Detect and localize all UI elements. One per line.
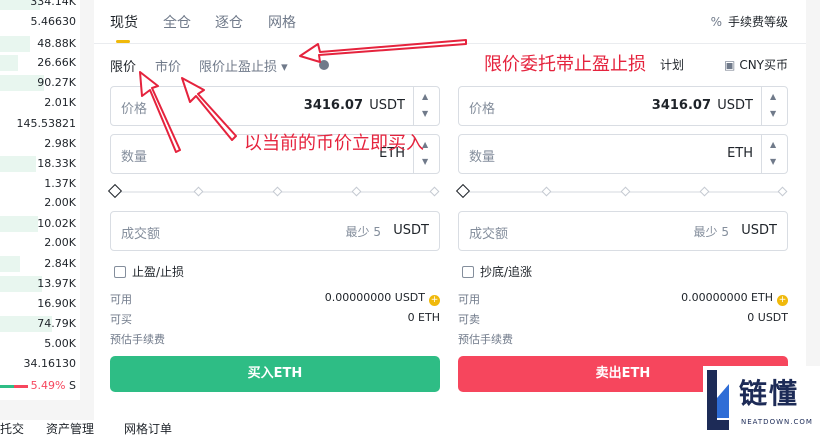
orderbook-row: 16.90K <box>37 297 76 310</box>
order-type-tabs: 限价 市价 限价止盈止损 ▾ 计划 ▣ CNY买币 <box>94 52 806 76</box>
orderbook-row: 74.79K <box>0 314 80 334</box>
buy-dip-checkbox[interactable]: 抄底/追涨 <box>462 263 532 280</box>
orderbook-row: 2.00K <box>44 236 76 249</box>
orderbook-row: 334.14K <box>0 0 80 12</box>
percent-icon: % <box>710 15 722 29</box>
orderbook-row: 5.46630 <box>30 15 77 28</box>
orderbook-row: 34.16130 <box>23 357 77 370</box>
order-panel: 现货 全仓 逐仓 网格 % 手续费等级 限价 市价 限价止盈止损 ▾ 计划 ▣ CN… <box>94 0 806 420</box>
orderbook-row: 5.00K <box>44 337 76 350</box>
orderbook-row: 13.97K <box>0 274 80 294</box>
order-type-limit[interactable]: 限价 <box>110 56 136 75</box>
buy-available: 可用 0.00000000 USDT + <box>110 291 440 306</box>
trading-screen: 334.14K 5.46630 48.88K 26.66K 90.27K 2.0… <box>0 0 820 436</box>
buy-eth-button[interactable]: 买入ETH <box>110 356 440 392</box>
sell-total-input[interactable]: 成交额 最少 5 USDT <box>458 211 788 251</box>
active-tab-indicator <box>116 40 130 43</box>
add-funds-icon[interactable]: + <box>429 295 440 306</box>
orderbook-row: 10.02K <box>0 214 80 234</box>
orderbook-row: 1.37K <box>44 177 76 190</box>
buy-fee-estimate: 预估手续费 <box>110 333 165 346</box>
logo-icon <box>707 370 729 430</box>
quantity-stepper[interactable]: ▲ ▼ <box>761 135 787 173</box>
orderbook-row: 18.33K <box>0 154 80 174</box>
sell-quantity-input[interactable]: 数量 ETH ▲ ▼ <box>458 134 788 174</box>
orderbook-row: 2.98K <box>44 137 76 150</box>
price-stepper[interactable]: ▲ ▼ <box>413 87 439 125</box>
orderbook-ratio: 5.49% S <box>0 376 80 396</box>
orderbook-row: 48.88K <box>0 34 80 54</box>
fee-level-link[interactable]: % 手续费等级 <box>711 13 788 30</box>
orderbook-row: 26.66K <box>0 53 80 73</box>
orderbook-row: 145.53821 <box>16 117 77 130</box>
tab-asset-management[interactable]: 资产管理 <box>46 420 94 436</box>
plan-link[interactable]: 计划 <box>660 56 684 73</box>
orderbook-row: 90.27K <box>0 73 80 93</box>
sell-fee-estimate: 预估手续费 <box>458 333 513 346</box>
order-type-tp-sl[interactable]: 限价止盈止损 ▾ <box>199 56 288 75</box>
price-stepper[interactable]: ▲ ▼ <box>761 87 787 125</box>
tab-grid-orders[interactable]: 网格订单 <box>124 420 172 436</box>
sell-percent-slider[interactable] <box>455 183 788 199</box>
tab-spot[interactable]: 现货 <box>110 12 138 32</box>
orderbook-row: 2.00K <box>44 196 76 209</box>
orderbook-strip: 334.14K 5.46630 48.88K 26.66K 90.27K 2.0… <box>0 0 80 400</box>
info-icon[interactable] <box>319 60 329 70</box>
sell-available: 可用 0.00000000 ETH + <box>458 291 788 306</box>
bottom-tabs: 托交 资产管理 网格订单 <box>0 420 820 436</box>
tab-isolated[interactable]: 逐仓 <box>215 12 243 32</box>
tab-cross[interactable]: 全仓 <box>163 12 191 32</box>
add-funds-icon[interactable]: + <box>777 295 788 306</box>
buy-price-input[interactable]: 价格 3416.07 USDT ▲ ▼ <box>110 86 440 126</box>
lock-icon: ▣ <box>723 58 736 72</box>
watermark-logo: 链懂 NEATDOWN.COM <box>703 366 820 436</box>
buy-max: 可买 0 ETH <box>110 311 440 326</box>
cny-buy-link[interactable]: ▣ CNY买币 <box>724 56 788 73</box>
orderbook-row: 2.84K <box>0 254 80 274</box>
buy-total-input[interactable]: 成交额 最少 5 USDT <box>110 211 440 251</box>
tab-orders[interactable]: 托交 <box>0 420 24 436</box>
sell-price-input[interactable]: 价格 3416.07 USDT ▲ ▼ <box>458 86 788 126</box>
annotation-market: 以当前的币价立即买入 <box>244 133 424 154</box>
sell-max: 可卖 0 USDT <box>458 311 788 326</box>
buy-percent-slider[interactable] <box>107 183 440 199</box>
tab-grid[interactable]: 网格 <box>268 12 296 32</box>
annotation-tp-sl: 限价委托带止盈止损 <box>484 54 646 75</box>
orderbook-row: 2.01K <box>44 96 76 109</box>
order-type-market[interactable]: 市价 <box>155 56 181 75</box>
tp-sl-checkbox[interactable]: 止盈/止损 <box>114 263 184 280</box>
trade-mode-tabs: 现货 全仓 逐仓 网格 % 手续费等级 <box>94 0 806 44</box>
